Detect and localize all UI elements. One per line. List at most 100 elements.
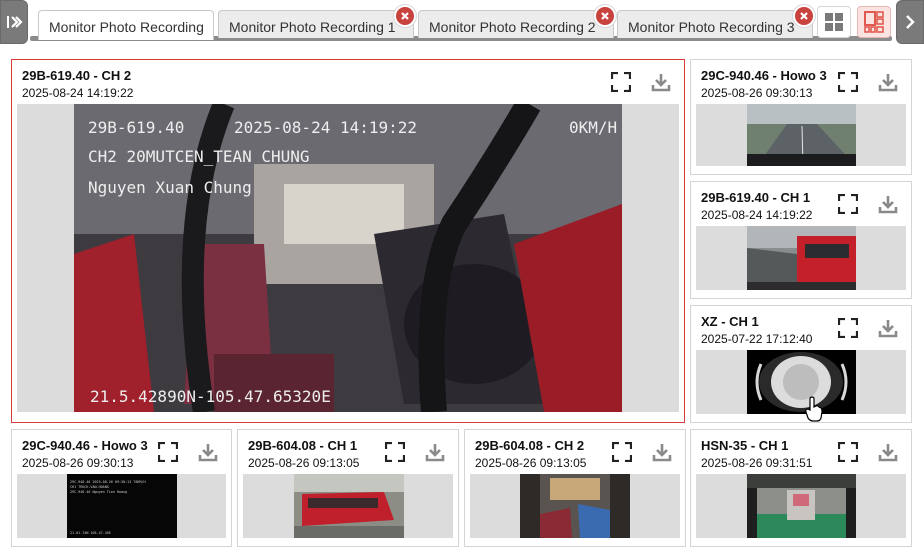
fullscreen-icon bbox=[385, 442, 405, 462]
card-time: 2025-08-24 14:19:22 bbox=[701, 208, 813, 222]
fullscreen-button[interactable] bbox=[155, 439, 181, 465]
tab-label: Monitor Photo Recording 3 bbox=[628, 19, 795, 35]
download-button[interactable] bbox=[648, 69, 674, 95]
grid-layout-button[interactable] bbox=[817, 6, 851, 38]
camera-card[interactable]: 29C-940.46 - Howo 3 2025-08-26 09:30:13 bbox=[690, 59, 912, 175]
card-title: HSN-35 - CH 1 bbox=[701, 438, 789, 453]
video-area bbox=[243, 474, 453, 538]
mini-overlay-text: CH1 TRUCK-VAN-HOANG bbox=[70, 485, 109, 489]
fullscreen-button[interactable] bbox=[382, 439, 408, 465]
card-time: 2025-08-26 09:30:13 bbox=[701, 86, 813, 100]
tab-monitor-photo-recording-2[interactable]: Monitor Photo Recording 2 bbox=[418, 10, 614, 38]
fullscreen-button[interactable] bbox=[835, 69, 861, 95]
video-area bbox=[696, 350, 906, 414]
split-layout-button[interactable] bbox=[857, 6, 891, 38]
bus-street-snapshot bbox=[747, 226, 856, 290]
bus-interior-snapshot: 29B-619.40 2025-08-24 14:19:22 0KM/H CH2… bbox=[74, 104, 622, 412]
download-button[interactable] bbox=[195, 439, 221, 465]
overlay-channel: CH2 20MUTCEN_TEAN CHUNG bbox=[88, 147, 310, 166]
fullscreen-button[interactable] bbox=[609, 439, 635, 465]
overlay-datetime: 2025-08-24 14:19:22 bbox=[234, 118, 417, 137]
road-snapshot bbox=[747, 104, 856, 166]
expand-sidebar-button[interactable] bbox=[0, 0, 28, 44]
download-icon bbox=[651, 74, 671, 92]
mini-overlay-text: 29C-940.46 Nguyen Tien Hoang bbox=[70, 490, 127, 494]
card-title: 29C-940.46 - Howo 3 bbox=[22, 438, 148, 453]
video-area: 29C-940.46 2025-08-26 09:30:13 70KM/H CH… bbox=[17, 474, 226, 538]
download-icon bbox=[878, 320, 898, 338]
fullscreen-button[interactable] bbox=[835, 191, 861, 217]
tab-label: Monitor Photo Recording bbox=[49, 19, 204, 35]
close-tab-1-button[interactable] bbox=[394, 5, 416, 27]
card-title: 29B-604.08 - CH 1 bbox=[248, 438, 358, 453]
download-icon bbox=[878, 196, 898, 214]
mini-overlay-text: 21.01.74N 105.47.45E bbox=[70, 531, 111, 535]
main-camera-card[interactable]: 29B-619.40 - CH 2 2025-08-24 14:19:22 29… bbox=[11, 59, 685, 423]
red-bus-snapshot bbox=[294, 474, 404, 538]
card-title: 29B-604.08 - CH 2 bbox=[475, 438, 585, 453]
tab-monitor-photo-recording-1[interactable]: Monitor Photo Recording 1 bbox=[218, 10, 414, 38]
download-icon bbox=[652, 444, 672, 462]
close-tab-3-button[interactable] bbox=[793, 5, 815, 27]
fullscreen-icon bbox=[838, 318, 858, 338]
fullscreen-icon bbox=[612, 442, 632, 462]
camera-card[interactable]: HSN-35 - CH 1 2025-08-26 09:31:51 bbox=[690, 429, 912, 547]
monitor-photo-recording-page: Monitor Photo Recording Monitor Photo Re… bbox=[0, 0, 924, 553]
card-title: 29B-619.40 - CH 1 bbox=[701, 190, 811, 205]
video-area bbox=[470, 474, 680, 538]
fisheye-snapshot bbox=[747, 350, 856, 414]
fullscreen-icon bbox=[158, 442, 178, 462]
fullscreen-button[interactable] bbox=[608, 69, 634, 95]
card-time: 2025-08-24 14:19:22 bbox=[22, 86, 134, 100]
close-icon bbox=[800, 12, 808, 20]
camera-card[interactable]: 29B-619.40 - CH 1 2025-08-24 14:19:22 bbox=[690, 181, 912, 299]
main-video-area: 29B-619.40 2025-08-24 14:19:22 0KM/H CH2… bbox=[17, 104, 679, 412]
card-time: 2025-08-26 09:13:05 bbox=[248, 456, 360, 470]
fullscreen-icon bbox=[611, 72, 631, 92]
download-button[interactable] bbox=[875, 191, 901, 217]
close-icon bbox=[601, 12, 609, 20]
grid-layout-icon bbox=[825, 13, 843, 31]
camera-card[interactable]: 29B-604.08 - CH 1 2025-08-26 09:13:05 bbox=[237, 429, 459, 547]
download-button[interactable] bbox=[875, 315, 901, 341]
hand-cursor-icon bbox=[805, 396, 823, 422]
overlay-driver: Nguyen Xuan Chung bbox=[88, 178, 252, 197]
fullscreen-button[interactable] bbox=[835, 439, 861, 465]
tab-label: Monitor Photo Recording 2 bbox=[429, 19, 596, 35]
collapse-right-icon bbox=[906, 15, 915, 29]
overlay-coordinates: 21.5.42890N-105.47.65320E bbox=[90, 387, 331, 406]
tab-monitor-photo-recording-3[interactable]: Monitor Photo Recording 3 bbox=[617, 10, 813, 38]
video-area bbox=[696, 474, 906, 538]
tab-monitor-photo-recording[interactable]: Monitor Photo Recording bbox=[38, 10, 214, 40]
video-area bbox=[696, 104, 906, 166]
dark-snapshot: 29C-940.46 2025-08-26 09:30:13 70KM/H CH… bbox=[67, 474, 177, 538]
card-title: 29C-940.46 - Howo 3 bbox=[701, 68, 827, 83]
expand-left-icon bbox=[7, 16, 23, 28]
download-button[interactable] bbox=[649, 439, 675, 465]
download-button[interactable] bbox=[875, 69, 901, 95]
fullscreen-icon bbox=[838, 442, 858, 462]
download-icon bbox=[878, 74, 898, 92]
download-icon bbox=[425, 444, 445, 462]
card-time: 2025-08-26 09:30:13 bbox=[22, 456, 134, 470]
split-layout-icon bbox=[864, 11, 884, 33]
download-button[interactable] bbox=[875, 439, 901, 465]
download-button[interactable] bbox=[422, 439, 448, 465]
card-time: 2025-08-26 09:13:05 bbox=[475, 456, 587, 470]
close-icon bbox=[401, 12, 409, 20]
garage-snapshot bbox=[747, 474, 856, 538]
card-time: 2025-07-22 17:12:40 bbox=[701, 332, 813, 346]
fullscreen-icon bbox=[838, 194, 858, 214]
fullscreen-button[interactable] bbox=[835, 315, 861, 341]
camera-card[interactable]: 29B-604.08 - CH 2 2025-08-26 09:13:05 bbox=[464, 429, 686, 547]
camera-card[interactable]: XZ - CH 1 2025-07-22 17:12:40 bbox=[690, 305, 912, 423]
camera-card[interactable]: 29C-940.46 - Howo 3 2025-08-26 09:30:13 … bbox=[11, 429, 232, 547]
collapse-panel-button[interactable] bbox=[896, 0, 924, 44]
mini-overlay-text: 29C-940.46 2025-08-26 09:30:13 70KM/H bbox=[70, 480, 146, 484]
overlay-plate: 29B-619.40 bbox=[88, 118, 184, 137]
card-title: XZ - CH 1 bbox=[701, 314, 759, 329]
video-area bbox=[696, 226, 906, 290]
download-icon bbox=[878, 444, 898, 462]
download-icon bbox=[198, 444, 218, 462]
close-tab-2-button[interactable] bbox=[594, 5, 616, 27]
